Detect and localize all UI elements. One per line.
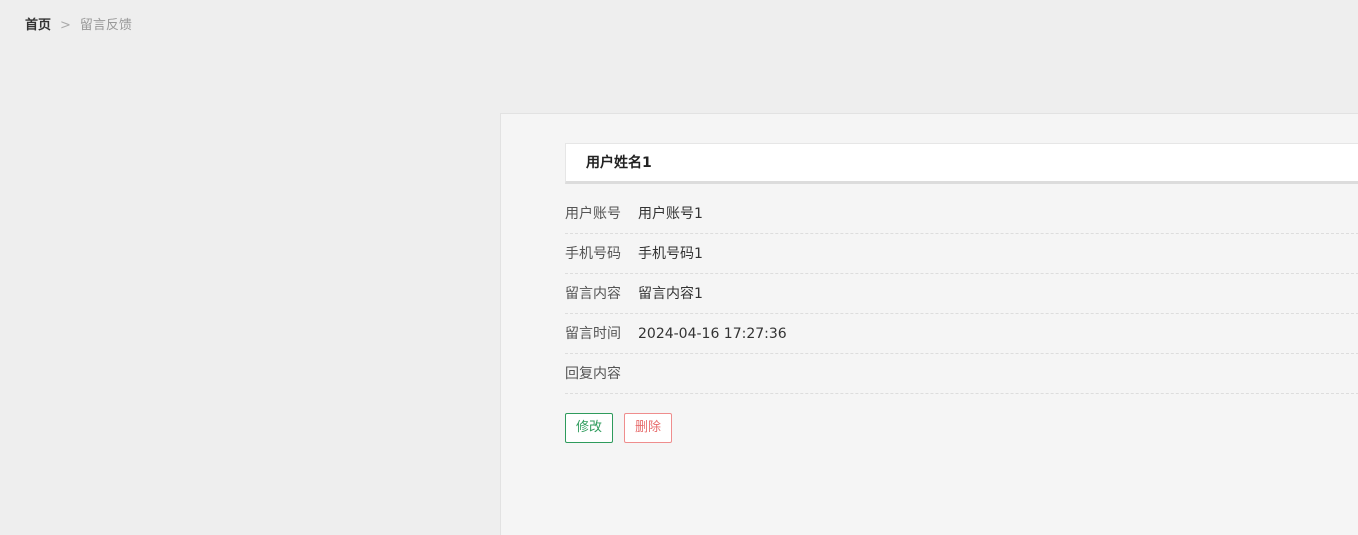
content-value: 留言内容1 — [638, 286, 703, 302]
time-value: 2024-04-16 17:27:36 — [638, 326, 787, 342]
phone-label: 手机号码 — [565, 246, 621, 262]
time-label: 留言时间 — [565, 326, 621, 342]
account-label: 用户账号 — [565, 206, 621, 222]
breadcrumb-separator: > — [60, 18, 71, 33]
info-row-phone: 手机号码 手机号码1 — [565, 234, 1358, 274]
delete-button[interactable]: 删除 — [624, 413, 672, 443]
account-value: 用户账号1 — [638, 206, 703, 222]
info-row-reply: 回复内容 — [565, 354, 1358, 394]
content-label: 留言内容 — [565, 286, 621, 302]
breadcrumb-home-link[interactable]: 首页 — [25, 18, 51, 33]
info-row-time: 留言时间 2024-04-16 17:27:36 — [565, 314, 1358, 354]
breadcrumb-current: 留言反馈 — [79, 18, 132, 33]
message-info-list: 用户账号 用户账号1 手机号码 手机号码1 留言内容 留言内容1 留言时间 20… — [565, 194, 1358, 394]
edit-button[interactable]: 修改 — [565, 413, 613, 443]
message-detail-panel: 用户姓名1 用户账号 用户账号1 手机号码 手机号码1 留言内容 留言内容1 留… — [500, 113, 1358, 535]
breadcrumb: 首页 > 留言反馈 — [25, 17, 132, 35]
user-name-header: 用户姓名1 — [565, 143, 1358, 184]
info-row-account: 用户账号 用户账号1 — [565, 194, 1358, 234]
user-name: 用户姓名1 — [586, 155, 652, 171]
reply-label: 回复内容 — [565, 366, 621, 382]
phone-value: 手机号码1 — [638, 246, 703, 262]
info-row-content: 留言内容 留言内容1 — [565, 274, 1358, 314]
